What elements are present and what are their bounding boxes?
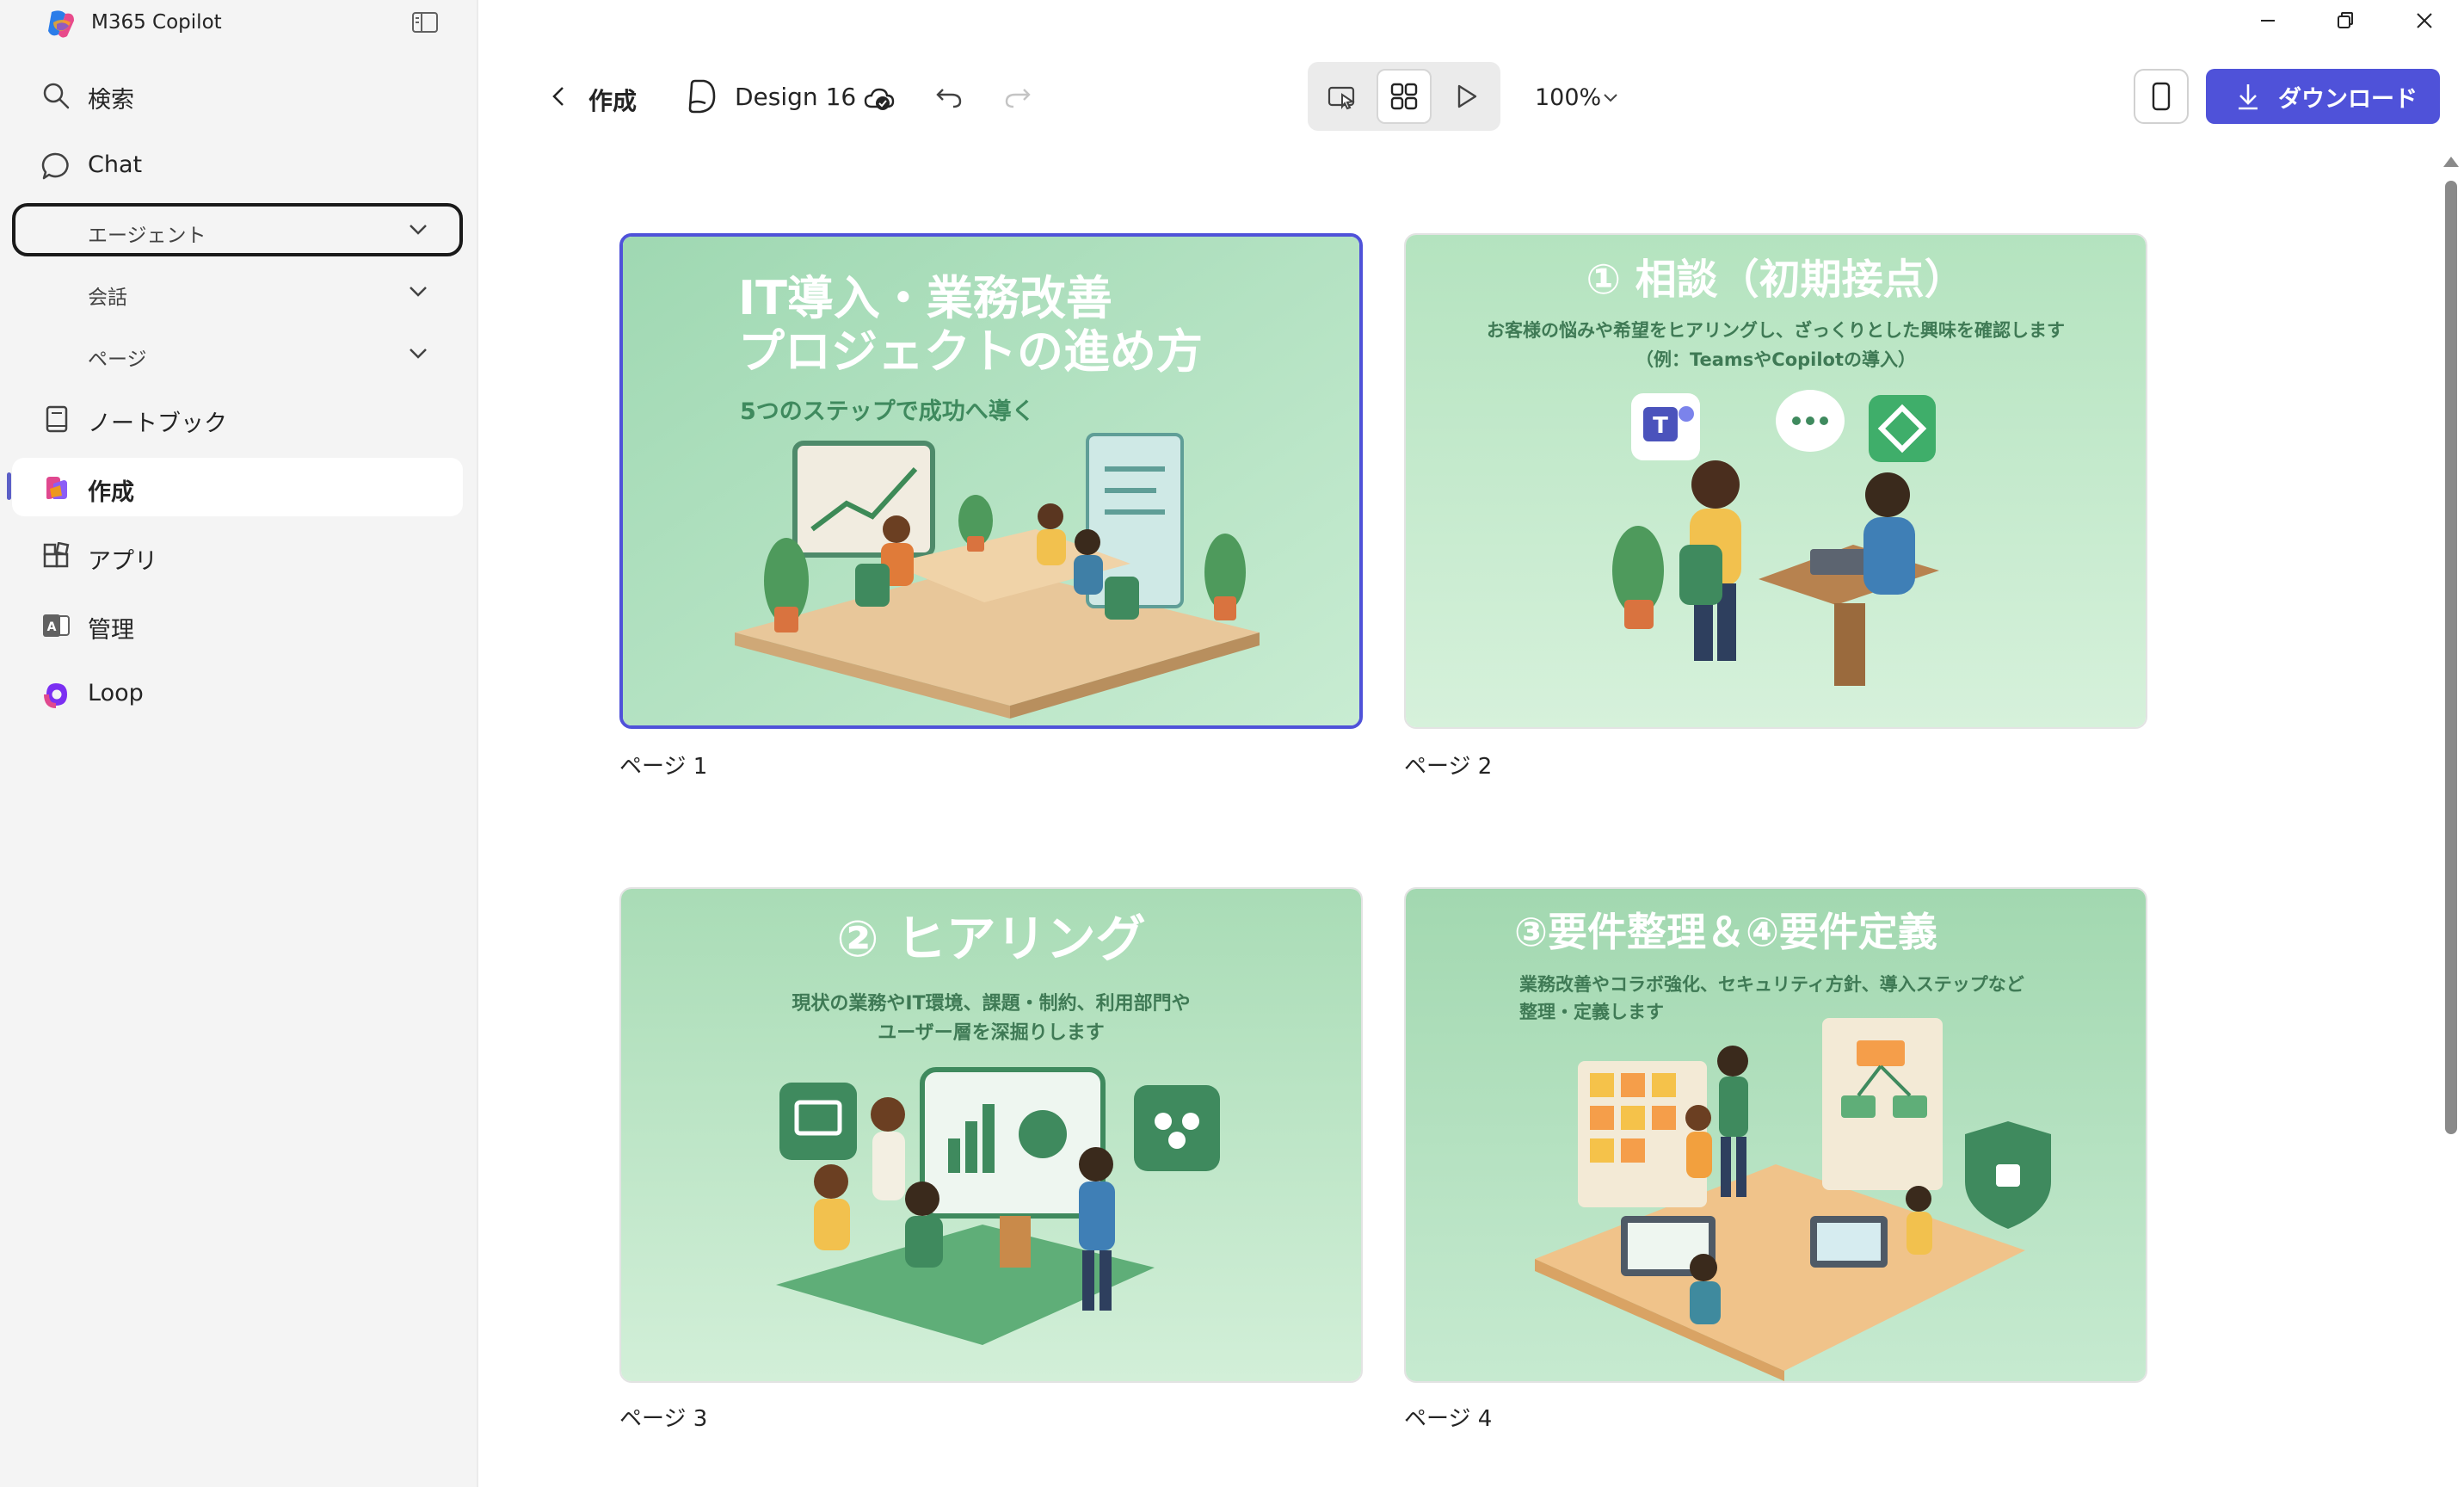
slide-title: ① 相談（初期接点） (1586, 256, 1965, 304)
notebook-icon (46, 405, 68, 433)
page-label: ページ 2 (1404, 754, 1493, 780)
chevron-down-icon (410, 287, 427, 297)
sidebar-item-search[interactable]: 検索 (12, 65, 463, 124)
present-button[interactable] (1438, 69, 1494, 124)
sidebar-item-label: Loop (88, 680, 144, 706)
slide-body: 現状の業務やIT環境、課題・制約、利用部門や (792, 992, 1190, 1015)
sidebar-item-create[interactable]: 作成 (12, 458, 463, 516)
sidebar-subitem-label: ページ (88, 349, 147, 371)
slide-body: お客様の悩みや希望をヒアリングし、ざっくりとした興味を確認します (1487, 320, 2065, 341)
phone-icon (2152, 82, 2171, 111)
slide-title: IT導入・業務改善 (738, 271, 1112, 325)
sidebar-item-apps[interactable]: アプリ (12, 527, 463, 585)
play-icon (1457, 84, 1477, 108)
view-mode-group (1308, 62, 1500, 131)
sidebar-item-notebook[interactable]: ノートブック (12, 389, 463, 447)
apps-icon (43, 542, 70, 568)
sidebar-item-label: ノートブック (88, 410, 227, 437)
close-icon[interactable] (2409, 5, 2440, 36)
slide-body: 整理・定義します (1519, 1002, 1664, 1022)
design-icon (688, 79, 716, 114)
page-thumbnail-3[interactable]: ② ヒアリング 現状の業務やIT環境、課題・制約、利用部門や ユーザー層を深掘り… (619, 887, 1363, 1383)
page-label: ページ 3 (619, 1406, 708, 1432)
sidebar-subitem-pages[interactable]: ページ (12, 327, 463, 380)
page-thumbnail-2[interactable]: ① 相談（初期接点） お客様の悩みや希望をヒアリングし、ざっくりとした興味を確認… (1404, 233, 2147, 729)
redo-icon[interactable] (1003, 83, 1032, 110)
slide-2-artwork: ① 相談（初期接点） お客様の悩みや希望をヒアリングし、ざっくりとした興味を確認… (1406, 235, 2146, 727)
slide-4-artwork: ③要件整理＆④要件定義 業務改善やコラボ強化、セキュリティ方針、導入ステップなど… (1406, 889, 2146, 1381)
select-mode-button[interactable] (1315, 69, 1370, 124)
sidebar-subitem-label: 会話 (88, 287, 127, 309)
sidebar-subitem-conversations[interactable]: 会話 (12, 265, 463, 318)
search-icon (43, 83, 70, 109)
design-title[interactable]: Design 16 (735, 83, 856, 111)
zoom-dropdown[interactable]: 100% (1535, 84, 1601, 111)
loop-icon (44, 683, 67, 708)
editor-toolbar: 作成 Design 16 100% ダウンロード (478, 48, 2464, 148)
slide-title: プロジェクトの進め方 (738, 324, 1203, 379)
restore-icon[interactable] (2330, 5, 2361, 36)
sidebar-item-label: アプリ (88, 548, 157, 575)
grid-view-button[interactable] (1377, 69, 1432, 124)
undo-icon[interactable] (934, 83, 964, 110)
slide-3-artwork: ② ヒアリング 現状の業務やIT環境、課題・制約、利用部門や ユーザー層を深掘り… (621, 889, 1361, 1381)
download-icon (2239, 84, 2258, 110)
page-label: ページ 4 (1404, 1406, 1493, 1432)
scroll-up-arrow[interactable] (2443, 157, 2459, 167)
download-button-label: ダウンロード (2278, 85, 2418, 113)
sidebar-item-loop[interactable]: Loop (12, 664, 463, 723)
sidebar-item-label: 管理 (88, 617, 134, 644)
back-arrow-icon[interactable] (547, 83, 571, 110)
admin-icon: A (43, 614, 70, 637)
chevron-down-icon[interactable] (1602, 91, 1619, 105)
page-thumbnail-1[interactable]: IT導入・業務改善 プロジェクトの進め方 5つのステップで成功へ導く (619, 233, 1363, 729)
grid-icon (1390, 83, 1418, 110)
svg-text:A: A (47, 620, 57, 634)
page-thumbnail-4[interactable]: ③要件整理＆④要件定義 業務改善やコラボ強化、セキュリティ方針、導入ステップなど… (1404, 887, 2147, 1383)
slide-1-artwork: IT導入・業務改善 プロジェクトの進め方 5つのステップで成功へ導く (623, 237, 1359, 725)
chat-icon (41, 152, 69, 180)
chevron-down-icon (410, 349, 427, 359)
slide-title: ② ヒアリング (836, 910, 1145, 968)
minimize-icon[interactable] (2252, 5, 2283, 36)
sidebar-item-admin[interactable]: A 管理 (12, 595, 463, 654)
sidebar-item-label: 検索 (88, 87, 134, 114)
sidebar-item-label: 作成 (88, 479, 134, 506)
sidebar-subitem-label: エージェント (88, 225, 206, 247)
svg-text:T: T (1653, 413, 1668, 439)
app-title: M365 Copilot (91, 11, 222, 34)
sidebar-subitem-agents[interactable]: エージェント (12, 203, 463, 256)
sidebar: M365 Copilot 検索 Chat エージェント 会話 ページ ノートブッ… (0, 0, 478, 1487)
sidebar-toggle-icon[interactable] (411, 10, 439, 34)
sidebar-item-chat[interactable]: Chat (12, 136, 463, 194)
app-titlebar: M365 Copilot (0, 0, 478, 48)
slide-body: （例：TeamsやCopilotの導入） (1635, 349, 1916, 370)
copilot-logo-icon (48, 10, 74, 38)
cloud-saved-icon[interactable] (864, 86, 895, 112)
back-button[interactable]: 作成 (588, 83, 637, 117)
page-label: ページ 1 (619, 754, 708, 780)
mobile-preview-button[interactable] (2134, 69, 2189, 124)
vertical-scrollbar-thumb[interactable] (2445, 181, 2457, 1134)
sidebar-item-label: Chat (88, 151, 143, 178)
slide-title: ③要件整理＆④要件定義 (1514, 909, 1937, 955)
slide-body: 業務改善やコラボ強化、セキュリティ方針、導入ステップなど (1519, 974, 2024, 995)
chevron-down-icon (410, 225, 427, 235)
slide-subtitle: 5つのステップで成功へ導く (740, 398, 1035, 425)
slide-body: ユーザー層を深掘りします (878, 1022, 1105, 1044)
select-cursor-icon (1327, 86, 1355, 110)
active-indicator (7, 472, 11, 500)
download-button[interactable]: ダウンロード (2206, 69, 2440, 124)
create-icon (46, 477, 67, 499)
